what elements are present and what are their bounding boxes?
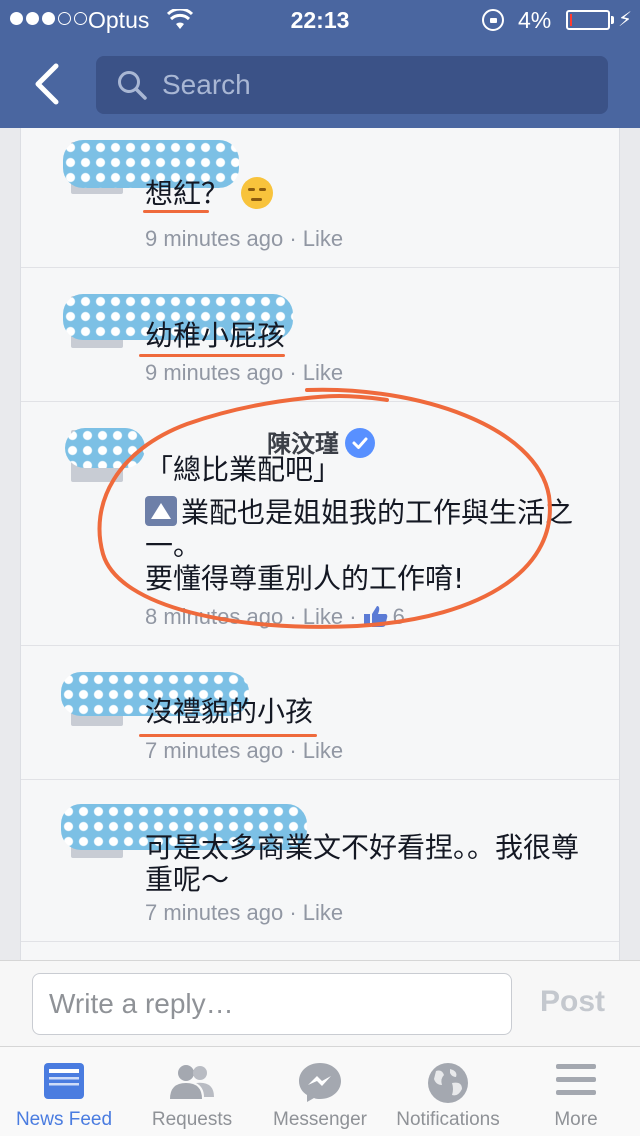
comment-time: 7 minutes ago [145,900,284,925]
back-chevron-icon [35,63,59,105]
comment-item-verified: 陳汶瑾 「總比業配吧」 業配也是姐姐我的工作與生活之一。 要懂得尊重別人的工作唷… [21,402,619,646]
comment-meta: 9 minutes ago · Like [145,226,343,252]
like-count: 6 [392,604,405,629]
comment-quote: 「總比業配吧」 [145,453,342,486]
comment-item: 沒禮貌的小孩 7 minutes ago · Like [21,646,619,780]
comment-meta: 9 minutes ago · Like [145,360,343,386]
comment-time: 9 minutes ago [145,360,284,385]
globe-icon [428,1063,468,1103]
comment-item: 想紅？ 9 minutes ago · Like [21,128,619,268]
comment-text: 沒禮貌的小孩 [145,695,314,728]
tab-label: Requests [151,1109,233,1130]
header: Optus 22:13 4% ⚡ [0,0,640,128]
comment-meta: 8 minutes ago · Like · 6 [145,604,405,630]
tab-label: More [554,1109,598,1130]
search-input[interactable] [162,56,582,114]
messenger-icon [299,1063,341,1102]
comment-list[interactable]: 想紅？ 9 minutes ago · Like 幼稚小屁孩 9 minutes… [20,128,620,960]
comment-time: 7 minutes ago [145,738,284,763]
post-button[interactable]: Post [540,985,605,1019]
unamused-face-icon [241,177,274,209]
tab-label: News Feed [15,1109,113,1130]
comment-text: 可是太多商業文不好看捏。。我很尊重呢～ [145,831,580,896]
tab-news-feed[interactable]: News Feed [0,1047,128,1136]
battery-icon [566,10,610,30]
orientation-lock-icon [482,9,504,31]
comment-time: 8 minutes ago [145,604,284,629]
annotation-underline [139,734,317,737]
like-button[interactable]: · Like [289,360,343,385]
friend-requests-icon [170,1065,214,1099]
like-button[interactable]: · Like · [289,604,356,629]
tab-label: Notifications [396,1109,500,1130]
app-screen: Optus 22:13 4% ⚡ Search 想紅？ 9 minutes ag… [0,0,640,1136]
comment-meta: 7 minutes ago · Like [145,900,343,926]
comment-meta: 7 minutes ago · Like [145,738,343,764]
charging-bolt-icon: ⚡ [618,9,633,31]
nav-bar [0,40,640,128]
comment-text: 想紅？ [145,177,595,211]
reply-input[interactable] [32,973,512,1035]
thumbs-up-icon [363,606,387,628]
like-button[interactable]: · Like [289,900,343,925]
annotation-underline [139,354,285,357]
comment-time: 9 minutes ago [145,226,284,251]
tab-more[interactable]: More [512,1047,640,1136]
tab-requests[interactable]: Requests [128,1047,256,1136]
search-icon [118,71,147,100]
comment-text: 業配也是姐姐我的工作與生活之一。 要懂得尊重別人的工作唷! [145,496,574,595]
reply-bar: Post [0,960,640,1046]
comment-item: 幼稚小屁孩 9 minutes ago · Like [21,268,619,402]
search-box[interactable] [96,56,608,114]
like-button[interactable]: · Like [289,738,343,763]
comment-text: 幼稚小屁孩 [145,319,286,352]
redaction-scribble [65,428,145,468]
news-feed-icon [44,1063,84,1099]
annotation-underline [143,210,209,213]
menu-icon [556,1064,596,1095]
up-triangle-icon [145,496,177,526]
tab-notifications[interactable]: Notifications [384,1047,512,1136]
tab-messenger[interactable]: Messenger [256,1047,384,1136]
back-button[interactable] [28,62,68,106]
tab-bar: News Feed Requests Messenger Notificatio… [0,1046,640,1136]
battery-tip [611,16,614,24]
status-bar: Optus 22:13 4% ⚡ [0,0,640,40]
tab-label: Messenger [273,1109,367,1130]
comment-item: 可是太多商業文不好看捏。。我很尊重呢～ 7 minutes ago · Like [21,780,619,942]
battery-percentage: 4% [518,7,552,33]
like-button[interactable]: · Like [289,226,343,251]
